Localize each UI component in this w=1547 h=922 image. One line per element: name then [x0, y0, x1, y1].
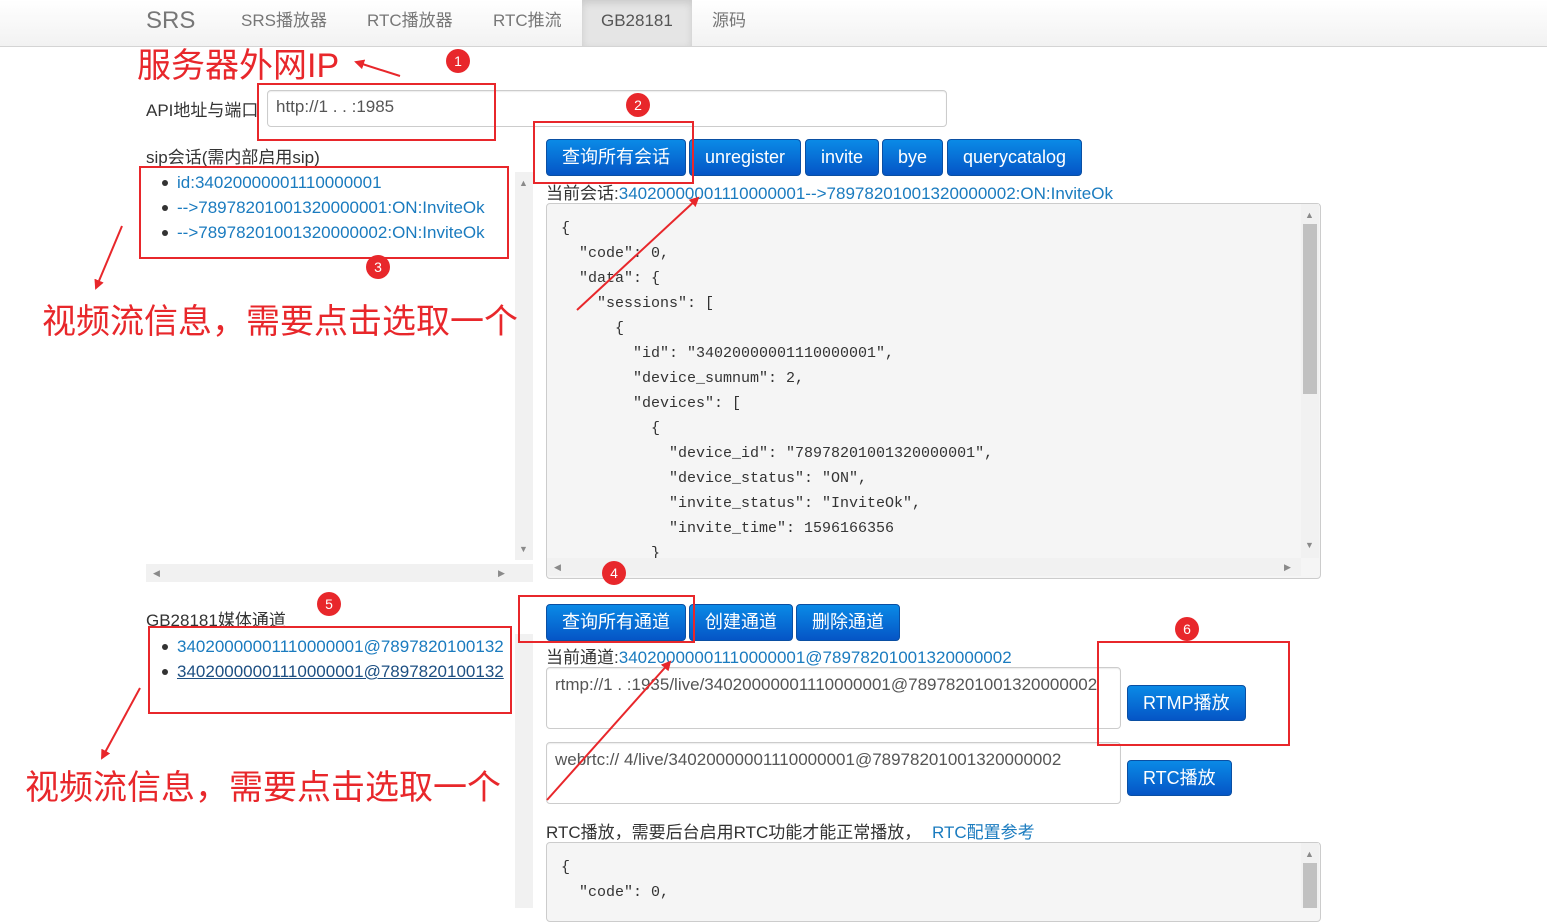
arrow-to-session-list: [94, 225, 123, 290]
annotation-arrows: [94, 59, 700, 801]
arrow-to-current-channel: [546, 660, 672, 801]
arrow-to-channel-list: [101, 687, 141, 760]
arrow-to-current-session: [576, 196, 700, 311]
arrow-to-server-ip: [354, 59, 401, 77]
